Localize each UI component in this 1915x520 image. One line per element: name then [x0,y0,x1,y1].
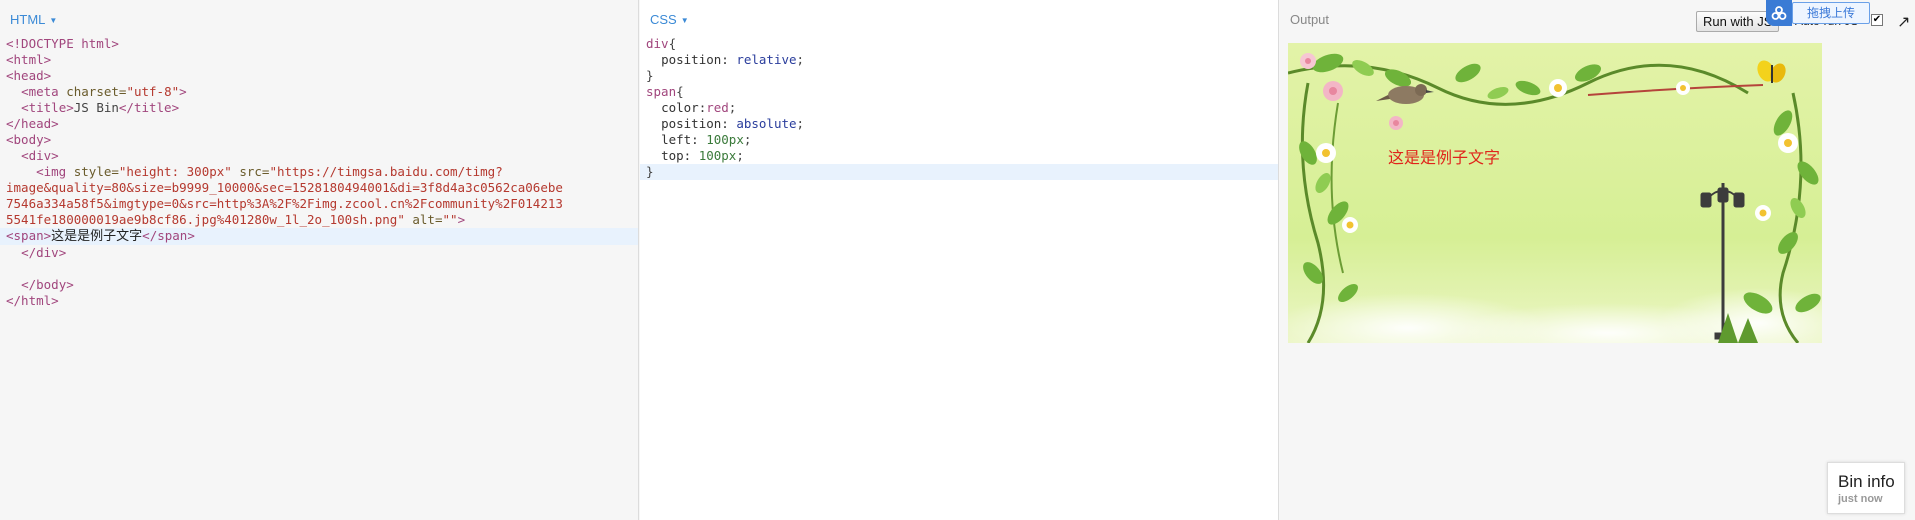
code-line: </body> [0,277,638,293]
code-token: <span> [6,228,52,243]
code-line: <meta charset="utf-8"> [0,84,638,100]
code-token: "height: 300px" [118,164,232,179]
code-token: } [646,164,654,179]
code-token: top: [661,148,699,163]
code-token: </html> [6,293,59,308]
code-token: </head> [6,116,59,131]
code-token: > [179,84,187,99]
code-token: <head> [6,68,52,83]
chevron-down-icon: ▼ [49,16,58,26]
code-line: <body> [0,132,638,148]
code-token: absolute [736,116,797,131]
bin-info-card[interactable]: Bin info just now [1827,462,1905,514]
code-token: alt= [404,212,443,227]
code-token: </span> [142,228,195,243]
cloud-upload-icon [1766,0,1792,26]
code-token: "" [442,212,458,227]
code-token: "utf-8" [126,84,180,99]
code-line: position: relative; [661,52,805,67]
code-line-active: } [640,164,1278,180]
code-token: 5541fe180000019ae9b8cf86.jpg%401280w_1l_… [6,212,405,227]
code-token: src= [231,164,270,179]
code-token: 100px [706,132,744,147]
code-token: <!DOCTYPE html> [6,36,119,51]
code-token: left: [661,132,707,147]
drag-upload-widget[interactable]: 拖拽上传 [1766,0,1870,26]
code-line: <html> [0,52,638,68]
css-panel: CSS ▼ div{ position: relative; } span{ co… [640,0,1279,520]
code-token: <meta [21,84,59,99]
code-line: <!DOCTYPE html> [0,36,638,52]
code-token: image&quality=80&size=b9999_10000&sec=15… [6,180,563,195]
code-line: <head> [0,68,638,84]
code-token: "https://timgsa.baidu.com/timg? [269,164,503,179]
bin-info-title: Bin info [1838,472,1895,491]
code-line-active: <span>这是是例子文字</span> [0,228,638,245]
code-token: { [668,36,677,51]
html-panel-title: HTML [10,12,46,27]
code-line: </div> [0,245,638,261]
html-editor[interactable]: <!DOCTYPE html> <html> <head> <meta char… [0,36,638,309]
code-token: 7546a334a58f5&imgtype=0&src=http%3A%2F%2… [6,196,563,211]
code-line: left: 100px; [661,132,752,147]
code-line: color:red; [661,100,737,115]
code-token: { [676,84,684,99]
code-line: </html> [0,293,638,309]
bin-info-subtitle: just now [1838,493,1883,505]
output-span-text: 这是是例子文字 [1388,148,1501,167]
code-token: </div> [21,245,67,260]
code-token: <img [36,164,67,179]
code-token: span [646,84,677,99]
html-panel-label[interactable]: HTML ▼ [10,12,57,27]
code-line: div{ [640,36,1278,52]
code-token: position: [661,116,737,131]
code-token: </title> [118,100,180,115]
code-token: <title> [21,100,74,115]
css-panel-title: CSS [650,12,677,27]
code-token: color: [661,100,707,115]
code-line: <img style="height: 300px" src="https://… [0,164,638,180]
code-token: JS Bin [73,100,119,115]
code-token: <body> [6,132,52,147]
code-token: div [646,36,669,51]
output-panel-title: Output [1290,12,1330,27]
output-frame: 这是是例子文字 [1288,43,1822,343]
code-line: } [640,68,1278,84]
jsbin-app: HTML ▼ <!DOCTYPE html> <html> <head> <met… [0,0,1915,520]
code-token: red [706,100,729,115]
expand-arrow-icon[interactable]: ↗ [1897,12,1910,32]
css-panel-label[interactable]: CSS ▼ [650,12,689,27]
code-line: image&quality=80&size=b9999_10000&sec=15… [0,180,638,196]
code-token: charset= [58,84,127,99]
chevron-down-icon: ▼ [680,16,689,26]
spring-flower-background-image [1288,43,1822,343]
css-editor[interactable]: div{ position: relative; } span{ color:r… [640,36,1278,180]
code-line: <title>JS Bin</title> [0,100,638,116]
code-token: </body> [21,277,74,292]
html-panel: HTML ▼ <!DOCTYPE html> <html> <head> <met… [0,0,639,520]
code-token: 这是是例子文字 [51,229,143,244]
code-token: <html> [6,52,52,67]
code-token: position: [661,52,737,67]
code-token: relative [736,52,797,67]
code-line: top: 100px; [661,148,744,163]
code-line: span{ [640,84,1278,100]
code-line: 5541fe180000019ae9b8cf86.jpg%401280w_1l_… [0,212,638,228]
code-line: 7546a334a58f5&imgtype=0&src=http%3A%2F%2… [0,196,638,212]
code-line: </head> [0,116,638,132]
code-token: 100px [698,148,737,163]
output-panel-label: Output [1290,12,1329,27]
code-token: > [457,212,466,227]
code-line: <div> [0,148,638,164]
drag-upload-label: 拖拽上传 [1792,2,1870,24]
code-token: } [646,68,654,83]
autorun-checkbox[interactable]: ✔ [1871,14,1883,26]
code-token: style= [66,164,119,179]
code-line: position: absolute; [661,116,805,131]
code-token: <div> [21,148,59,163]
